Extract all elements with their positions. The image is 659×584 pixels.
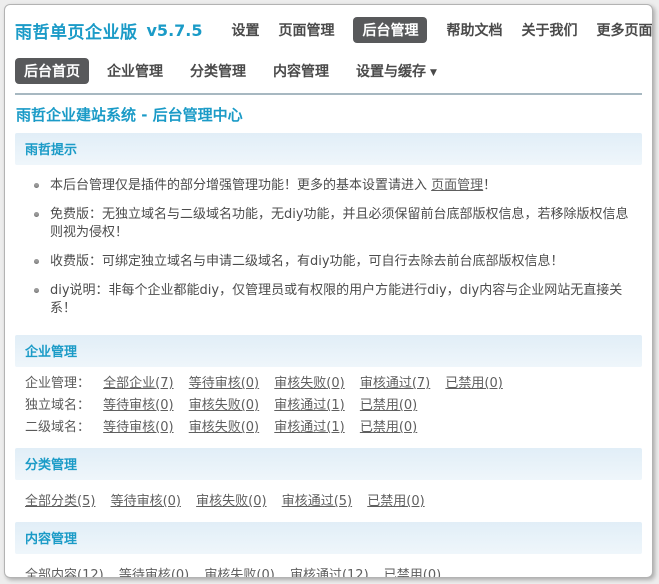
- sub-nav-item-category-manage[interactable]: 分类管理: [190, 61, 246, 81]
- review-failed-link[interactable]: 审核失败(0): [189, 398, 259, 413]
- bullet-icon: [34, 212, 39, 217]
- sub-nav-item-admin-home[interactable]: 后台首页: [15, 58, 89, 84]
- pending-review-link[interactable]: 等待审核(0): [189, 376, 259, 391]
- enterprise-stats: 企业管理： 全部企业(7) 等待审核(0) 审核失败(0) 审核通过(7) 已禁…: [15, 367, 642, 448]
- sub-nav-item-settings-cache[interactable]: 设置与缓存 ▼: [356, 61, 437, 81]
- row-label: 独立域名：: [25, 398, 91, 413]
- page-title: 雨哲企业建站系统 - 后台管理中心: [16, 106, 243, 124]
- section-enterprise-header: 企业管理: [15, 335, 642, 367]
- tips-list: 本后台管理仅是插件的部分增强管理功能！更多的基本设置请进入 页面管理！ 免费版：…: [15, 165, 642, 335]
- disabled-link[interactable]: 已禁用(0): [445, 376, 502, 391]
- sub-nav-item-enterprise-manage[interactable]: 企业管理: [107, 61, 163, 81]
- sub-nav-item-content-manage[interactable]: 内容管理: [273, 61, 329, 81]
- all-categories-link[interactable]: 全部分类(5): [25, 494, 95, 509]
- tip-text: 收费版：可绑定独立域名与申请二级域名，有diy功能，可自行去除去前台底部版权信息…: [50, 254, 564, 269]
- review-failed-link[interactable]: 审核失败(0): [274, 376, 344, 391]
- top-nav-item-about-us[interactable]: 关于我们: [521, 20, 577, 40]
- table-row: 企业管理： 全部企业(7) 等待审核(0) 审核失败(0) 审核通过(7) 已禁…: [25, 373, 632, 395]
- bullet-icon: [34, 183, 39, 188]
- review-failed-link[interactable]: 审核失败(0): [189, 420, 259, 435]
- review-passed-link[interactable]: 审核通过(1): [274, 420, 344, 435]
- review-passed-link[interactable]: 审核通过(12): [290, 568, 369, 577]
- disabled-link[interactable]: 已禁用(0): [367, 494, 424, 509]
- tip-text-after: ！: [483, 178, 497, 193]
- list-item: 收费版：可绑定独立域名与申请二级域名，有diy功能，可自行去除去前台底部版权信息…: [25, 253, 632, 271]
- review-passed-link[interactable]: 审核通过(7): [360, 376, 430, 391]
- section-content: 内容管理 全部内容(12) 等待审核(0) 审核失败(0) 审核通过(12) 已…: [15, 522, 642, 577]
- section-tips-header: 雨哲提示: [15, 133, 642, 165]
- sub-nav: 后台首页 企业管理 分类管理 内容管理 设置与缓存 ▼: [15, 58, 642, 84]
- tip-text: 免费版：无独立域名与二级域名功能，无diy功能，并且必须保留前台底部版权信息，若…: [50, 207, 629, 240]
- row-label: 二级域名：: [25, 420, 91, 435]
- brand-title: 雨哲单页企业版: [15, 22, 138, 43]
- pending-review-link[interactable]: 等待审核(0): [103, 420, 173, 435]
- table-row: 二级域名： 等待审核(0) 审核失败(0) 审核通过(1) 已禁用(0): [25, 417, 632, 439]
- review-passed-link[interactable]: 审核通过(5): [282, 494, 352, 509]
- pending-review-link[interactable]: 等待审核(0): [103, 398, 173, 413]
- table-row: 独立域名： 等待审核(0) 审核失败(0) 审核通过(1) 已禁用(0): [25, 395, 632, 417]
- disabled-link[interactable]: 已禁用(0): [384, 568, 441, 577]
- chevron-down-icon: ▼: [430, 68, 437, 78]
- top-nav-item-more-pages[interactable]: 更多页面: [596, 20, 652, 40]
- section-enterprise: 企业管理 企业管理： 全部企业(7) 等待审核(0) 审核失败(0) 审核通过(…: [15, 335, 642, 448]
- admin-page-card: 雨哲单页企业版 v5.7.5 设置 页面管理 后台管理 帮助文档 关于我们 更多…: [4, 4, 653, 578]
- tip-text: 本后台管理仅是插件的部分增强管理功能！更多的基本设置请进入 页面管理！: [50, 177, 496, 195]
- all-content-link[interactable]: 全部内容(12): [25, 568, 104, 577]
- top-nav-item-page-manage[interactable]: 页面管理: [278, 20, 334, 40]
- review-failed-link[interactable]: 审核失败(0): [196, 494, 266, 509]
- list-item: diy说明：非每个企业都能diy，仅管理员或有权限的用户方能进行diy，diy内…: [25, 282, 632, 318]
- tip-text: diy说明：非每个企业都能diy，仅管理员或有权限的用户方能进行diy，diy内…: [50, 283, 623, 316]
- bullet-icon: [34, 288, 39, 293]
- all-enterprises-link[interactable]: 全部企业(7): [103, 376, 173, 391]
- row-label: 企业管理：: [25, 376, 91, 391]
- review-failed-link[interactable]: 审核失败(0): [204, 568, 274, 577]
- top-nav: 雨哲单页企业版 v5.7.5 设置 页面管理 后台管理 帮助文档 关于我们 更多…: [15, 17, 652, 43]
- tip-text-before: 本后台管理仅是插件的部分增强管理功能！更多的基本设置请进入: [50, 178, 432, 193]
- section-category-header: 分类管理: [15, 448, 642, 480]
- list-item: 本后台管理仅是插件的部分增强管理功能！更多的基本设置请进入 页面管理！: [25, 177, 632, 195]
- brand-version: v5.7.5: [146, 20, 203, 40]
- review-passed-link[interactable]: 审核通过(1): [274, 398, 344, 413]
- settings-cache-label: 设置与缓存: [356, 64, 426, 80]
- top-nav-item-settings[interactable]: 设置: [231, 20, 259, 40]
- section-content-header: 内容管理: [15, 522, 642, 554]
- pending-review-link[interactable]: 等待审核(0): [119, 568, 189, 577]
- section-category: 分类管理 全部分类(5) 等待审核(0) 审核失败(0) 审核通过(5) 已禁用…: [15, 448, 642, 522]
- category-stats: 全部分类(5) 等待审核(0) 审核失败(0) 审核通过(5) 已禁用(0): [15, 480, 642, 522]
- top-nav-item-help-docs[interactable]: 帮助文档: [446, 20, 502, 40]
- content-stats: 全部内容(12) 等待审核(0) 审核失败(0) 审核通过(12) 已禁用(0): [15, 554, 642, 577]
- disabled-link[interactable]: 已禁用(0): [360, 420, 417, 435]
- pending-review-link[interactable]: 等待审核(0): [111, 494, 181, 509]
- bullet-icon: [34, 259, 39, 264]
- section-tips: 雨哲提示 本后台管理仅是插件的部分增强管理功能！更多的基本设置请进入 页面管理！…: [15, 133, 642, 335]
- list-item: 免费版：无独立域名与二级域名功能，无diy功能，并且必须保留前台底部版权信息，若…: [25, 206, 632, 242]
- disabled-link[interactable]: 已禁用(0): [360, 398, 417, 413]
- top-nav-item-admin-manage[interactable]: 后台管理: [353, 17, 428, 43]
- nav-divider: [15, 93, 642, 95]
- page-manage-link[interactable]: 页面管理: [431, 178, 483, 193]
